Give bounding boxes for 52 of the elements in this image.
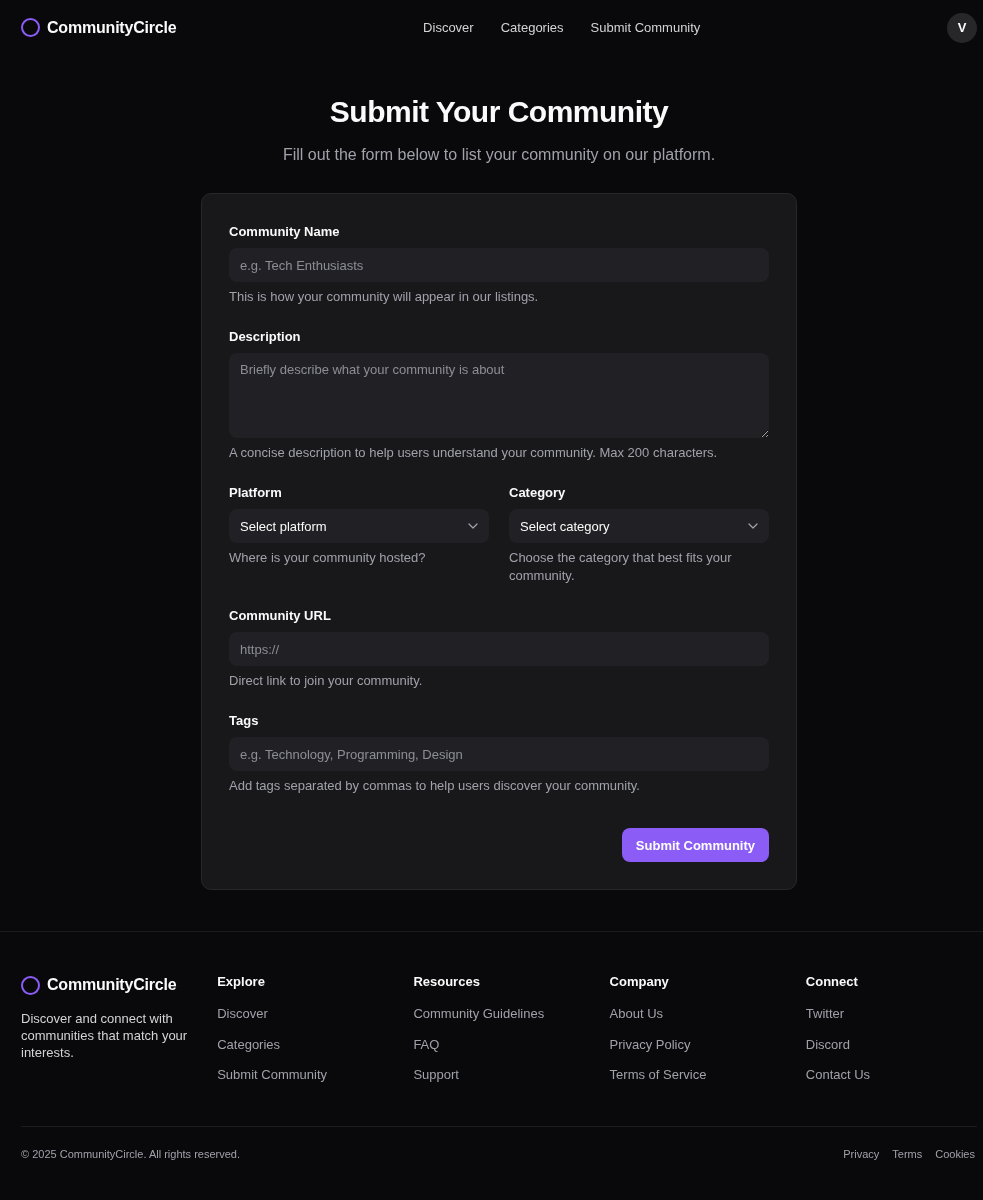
help-text: This is how your community will appear in our listings. [229,288,540,306]
footer-link[interactable]: Privacy Policy [609,1034,691,1055]
text-input-field[interactable]: e.g. Tech Enthusiasts [229,248,769,282]
field-label: Community URL [229,607,332,625]
help-text: Choose the category that best fits your community. [509,549,733,585]
legal-link[interactable]: Terms [892,1146,923,1162]
submit-button[interactable]: Submit Community [621,828,769,862]
ring-logo-icon [21,18,40,37]
footer-link[interactable]: About Us [609,1004,664,1024]
text-input-field[interactable]: https:// [229,632,769,666]
copyright-text: © 2025 CommunityCircle. All rights reserved. [21,1147,241,1162]
select-dropdown[interactable]: Select platform [229,509,489,543]
footer-link[interactable]: Submit Community [217,1065,327,1085]
help-text: Add tags separated by commas to help users discover your community. [229,777,641,795]
help-text: Where is your community hosted? [229,549,427,567]
legal-link[interactable]: Privacy [843,1146,880,1162]
field-label: Platform [229,484,283,502]
text-input-field[interactable]: e.g. Technology, Programming, Design [229,737,769,771]
footer-link[interactable]: Terms of Service [609,1065,707,1085]
user-avatar[interactable]: V [947,12,977,43]
footer-link[interactable]: Discover [217,1004,268,1024]
field-label: Tags [229,712,260,730]
page-subtitle: Fill out the form below to list your community on our platform. [282,145,716,165]
footer-link[interactable]: Categories [217,1034,281,1055]
footer-link[interactable]: Discord [805,1034,850,1055]
footer-link[interactable]: Contact Us [805,1065,871,1085]
chevron-down-icon [748,523,758,529]
help-text: Direct link to join your community. [229,672,424,690]
field-label: Community Name [229,223,341,241]
nav-link[interactable]: Submit Community [590,17,701,38]
nav-link[interactable]: Discover [423,17,474,38]
field-label: Category [509,484,567,502]
footer-link[interactable]: Twitter [805,1004,845,1024]
brand-name[interactable]: CommunityCircle [47,18,177,37]
textarea-field[interactable]: Briefly describe what your community is about [229,353,769,438]
nav-link[interactable]: Categories [500,17,564,38]
footer-tagline: Discover and connect with communities that match your interests. [21,1010,189,1061]
chevron-down-icon [468,523,478,529]
footer-heading: Connect [805,973,858,991]
footer-link[interactable]: Community Guidelines [413,1004,545,1024]
footer-heading: Company [609,973,669,991]
footer-link[interactable]: Support [413,1065,459,1085]
brand-name: CommunityCircle [47,976,177,994]
footer-heading: Resources [413,973,480,991]
ring-logo-icon [21,975,40,995]
footer-link[interactable]: FAQ [413,1034,440,1055]
footer-heading: Explore [217,973,265,991]
select-dropdown[interactable]: Select category [509,509,769,543]
legal-link[interactable]: Cookies [935,1146,975,1162]
help-text: A concise description to help users understand your community. Max 200 characters. [229,444,719,462]
page-title: Submit Your Community [329,94,669,130]
field-label: Description [229,328,302,346]
